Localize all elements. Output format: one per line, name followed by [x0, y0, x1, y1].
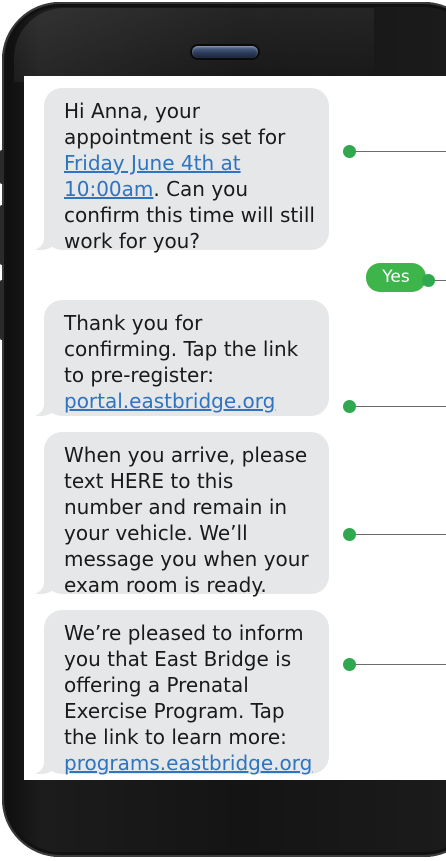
- message-text: When you arrive, please text HERE to thi…: [64, 443, 309, 597]
- callout-dot: [343, 145, 356, 158]
- earpiece-speaker-icon: [192, 46, 258, 58]
- portal-link[interactable]: portal.eastbridge.org: [64, 389, 275, 413]
- callout-line: [352, 534, 446, 535]
- frame-glare: [14, 8, 374, 82]
- message-bubble-preregister: Thank you for confirming. Tap the link t…: [30, 300, 329, 416]
- message-bubble-arrival: When you arrive, please text HERE to thi…: [30, 432, 329, 597]
- message-bubble-program: We’re pleased to inform you that East Br…: [30, 610, 329, 775]
- callout-line: [352, 406, 446, 407]
- volume-down-button: [0, 280, 4, 340]
- volume-up-button: [0, 205, 4, 265]
- programs-link[interactable]: programs.eastbridge.org: [64, 751, 312, 775]
- message-text: Hi Anna, your appointment is set for: [64, 99, 286, 149]
- callout-dot: [343, 658, 356, 671]
- callout-dot: [422, 274, 435, 287]
- message-bubble-appointment: Hi Anna, your appointment is set for Fri…: [30, 88, 329, 253]
- reply-bubble-yes: Yes: [366, 263, 426, 292]
- callout-line: [352, 664, 446, 665]
- callout-line: [352, 151, 446, 152]
- message-text: We’re pleased to inform you that East Br…: [64, 621, 304, 749]
- message-text: Thank you for confirming. Tap the link t…: [64, 311, 299, 387]
- callout-dot: [343, 528, 356, 541]
- callout-dot: [343, 400, 356, 413]
- mute-switch: [0, 150, 4, 184]
- phone-mockup: Hi Anna, your appointment is set for Fri…: [0, 0, 446, 861]
